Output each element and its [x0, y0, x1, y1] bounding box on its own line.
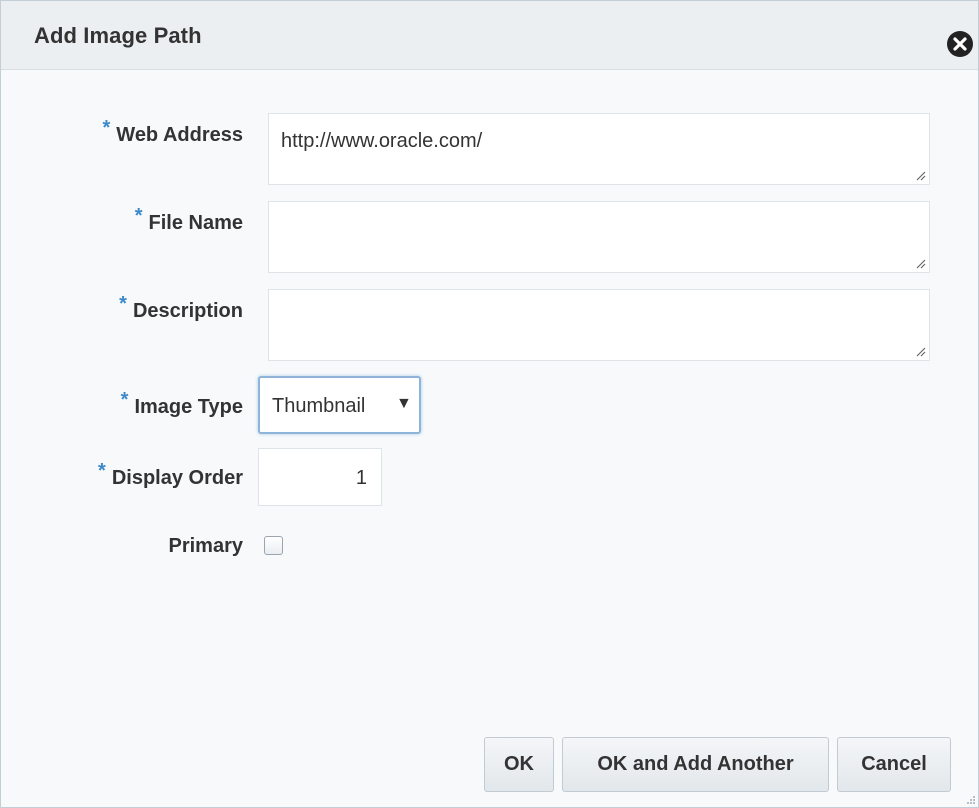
- primary-checkbox[interactable]: [264, 536, 283, 555]
- dialog-title: Add Image Path: [34, 23, 202, 48]
- web-address-value: http://www.oracle.com/: [281, 130, 483, 152]
- image-type-label-text: Image Type: [134, 396, 243, 418]
- required-marker: *: [98, 460, 106, 482]
- ok-and-add-another-button[interactable]: OK and Add Another: [562, 737, 829, 792]
- description-label-text: Description: [132, 300, 243, 322]
- web-address-label-text: Web Address: [116, 124, 243, 146]
- file-name-label: * File Name: [135, 205, 243, 235]
- cancel-button[interactable]: Cancel: [837, 737, 951, 792]
- display-order-label-text: Display Order: [111, 467, 243, 489]
- display-order-input[interactable]: 1: [258, 448, 382, 506]
- required-marker: *: [120, 389, 129, 411]
- close-icon[interactable]: [947, 31, 973, 57]
- required-marker: *: [119, 293, 127, 315]
- required-marker: *: [102, 117, 111, 139]
- resize-grip-icon[interactable]: [914, 257, 926, 269]
- ok-button[interactable]: OK: [484, 737, 554, 792]
- image-type-value: Thumbnail: [272, 395, 366, 417]
- dialog-resize-icon[interactable]: [964, 793, 976, 805]
- description-field[interactable]: [268, 289, 930, 361]
- dropdown-arrow-icon: ▼: [396, 395, 412, 412]
- add-image-path-dialog: Add Image Path * Web Address http://www.o…: [0, 0, 979, 808]
- web-address-label: * Web Address: [103, 117, 244, 147]
- web-address-field[interactable]: http://www.oracle.com/: [268, 113, 930, 185]
- resize-grip-icon[interactable]: [914, 345, 926, 357]
- file-name-label-text: File Name: [148, 212, 243, 234]
- resize-grip-icon[interactable]: [914, 169, 926, 181]
- image-type-select[interactable]: Thumbnail ▼: [258, 376, 421, 434]
- primary-label: Primary: [168, 535, 244, 557]
- file-name-field[interactable]: [268, 201, 930, 273]
- display-order-label: * Display Order: [98, 460, 243, 490]
- image-type-label: * Image Type: [121, 389, 243, 419]
- description-label: * Description: [119, 293, 243, 323]
- dialog-header: Add Image Path: [1, 1, 978, 70]
- required-marker: *: [134, 205, 143, 227]
